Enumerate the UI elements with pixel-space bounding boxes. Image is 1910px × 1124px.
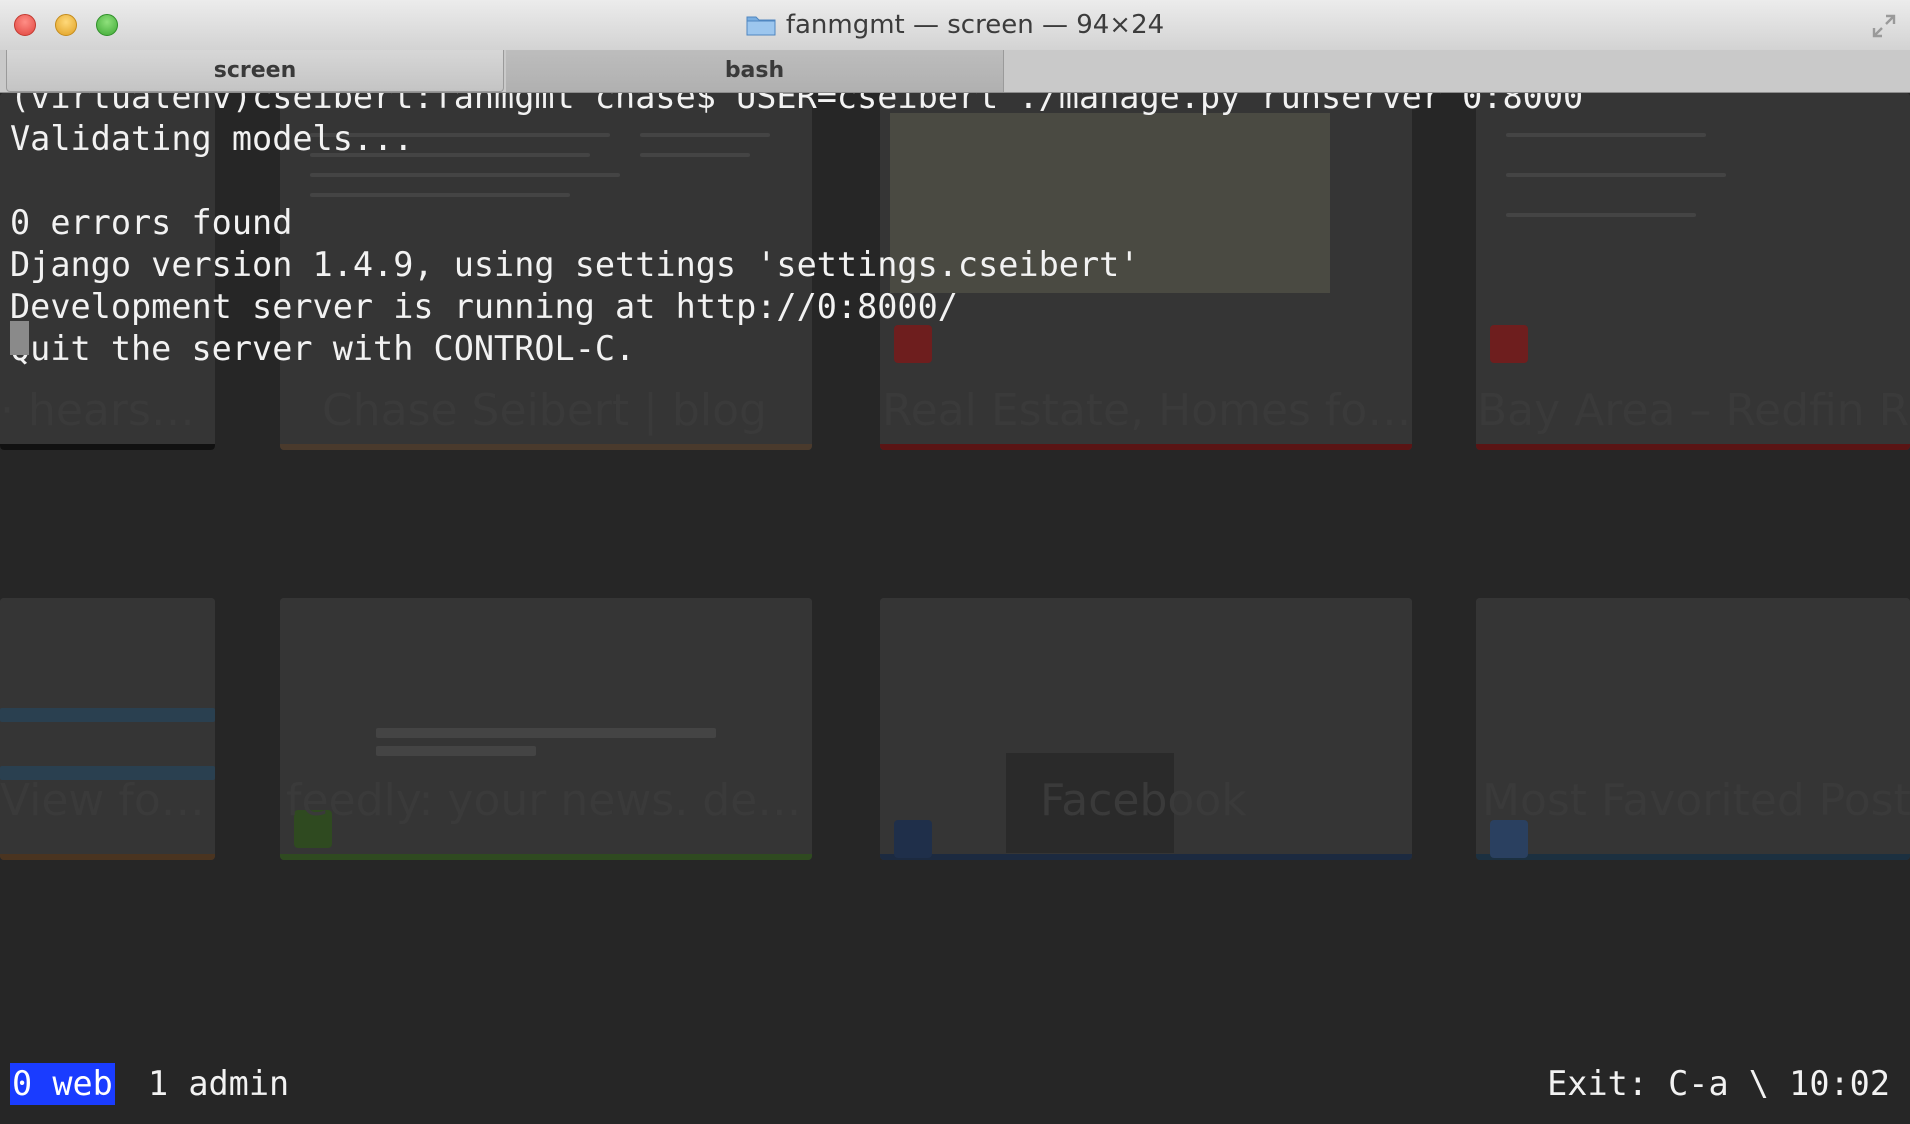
- terminal-window: fanmgmt — screen — 94×24 screen bash · h…: [0, 0, 1910, 1124]
- site-caption: · hears…: [0, 385, 195, 436]
- terminal-line: Django version 1.4.9, using settings 'se…: [10, 245, 1140, 284]
- screen-window-1[interactable]: 1 admin: [148, 1063, 289, 1105]
- status-right: Exit: C-a \ 10:02: [1547, 1064, 1890, 1103]
- folder-icon: [746, 14, 776, 36]
- terminal-line: Quit the server with CONTROL-C.: [10, 329, 636, 368]
- site-caption: View fo…: [0, 775, 205, 826]
- site-caption: Real Estate, Homes fo…: [882, 385, 1412, 436]
- terminal-cursor: [10, 321, 29, 355]
- title-bar[interactable]: fanmgmt — screen — 94×24: [0, 0, 1910, 51]
- site-caption: Bay Area – Redfin R: [1477, 385, 1910, 436]
- screen-status-bar: 0 web 1 admin Exit: C-a \ 10:02: [0, 1063, 1910, 1105]
- terminal-line: Development server is running at http://…: [10, 287, 958, 326]
- screen-window-0[interactable]: 0 web: [10, 1063, 115, 1105]
- terminal-line: (virtualenv)cseibert:fanmgmt chase$ USER…: [10, 93, 1584, 116]
- fullscreen-icon[interactable]: [1872, 14, 1896, 38]
- site-caption: feedly: your news. de…: [286, 775, 802, 826]
- tab-screen[interactable]: screen: [6, 50, 504, 92]
- site-caption: Most Favorited Post: [1482, 775, 1910, 826]
- terminal-line: Validating models...: [10, 119, 414, 158]
- window-title: fanmgmt — screen — 94×24: [0, 10, 1910, 40]
- terminal-view[interactable]: · hears… Chase Seibert | blog Real Estat…: [0, 93, 1910, 1124]
- site-caption: Facebook: [1040, 775, 1247, 826]
- site-caption: Chase Seibert | blog: [322, 385, 767, 436]
- tab-bash[interactable]: bash: [506, 50, 1004, 92]
- window-title-text: fanmgmt — screen — 94×24: [785, 10, 1165, 40]
- tab-bar: screen bash: [0, 50, 1910, 93]
- terminal-line: 0 errors found: [10, 203, 293, 242]
